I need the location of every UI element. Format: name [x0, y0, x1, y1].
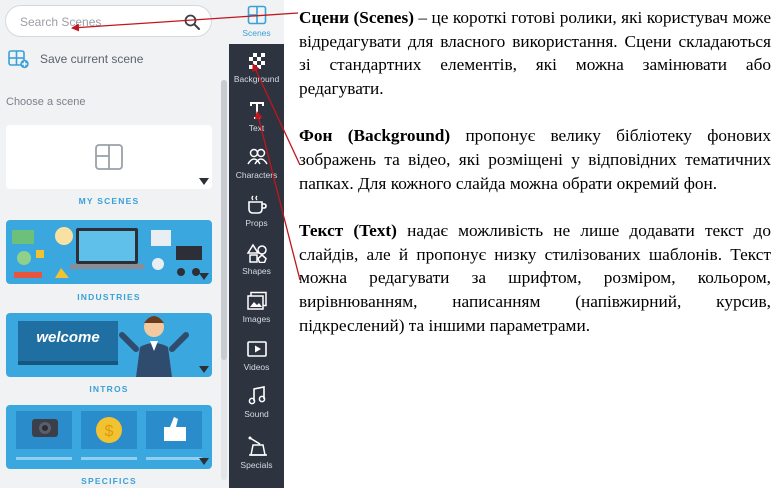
- scene-card-my-scenes[interactable]: [6, 125, 212, 189]
- tool-label: Props: [245, 218, 268, 228]
- description-text: Сцени (Scenes) – це короткі готові ролик…: [299, 6, 771, 337]
- images-icon: [246, 291, 267, 310]
- tool-label: Sound: [244, 409, 269, 419]
- tool-sound[interactable]: Sound: [229, 381, 284, 425]
- tool-props[interactable]: Props: [229, 190, 284, 234]
- save-current-scene-label: Save current scene: [40, 52, 144, 66]
- props-icon: [247, 195, 267, 214]
- magic-hat-icon: [248, 436, 267, 456]
- tool-shapes[interactable]: Shapes: [229, 238, 284, 282]
- save-current-scene-button[interactable]: Save current scene: [8, 48, 208, 70]
- background-term: Фон (Background): [299, 126, 451, 146]
- scene-card-specifics[interactable]: $: [6, 405, 212, 469]
- text-paragraph: Текст (Text) надає можливість не лише до…: [299, 219, 771, 337]
- chevron-down-icon[interactable]: [199, 273, 209, 280]
- tool-text[interactable]: Text: [229, 95, 284, 139]
- background-icon: [248, 53, 265, 69]
- search-box[interactable]: [5, 5, 212, 37]
- background-paragraph: Фон (Background) пропонує велику бібліот…: [299, 124, 771, 195]
- search-icon[interactable]: [183, 13, 201, 31]
- music-note-icon: [248, 386, 265, 405]
- tool-images[interactable]: Images: [229, 286, 284, 330]
- tool-label: Images: [242, 314, 271, 324]
- scenes-term: Сцени (Scenes): [299, 8, 414, 27]
- search-input[interactable]: [18, 12, 172, 32]
- specifics-thumbnail: $: [16, 411, 202, 460]
- industries-thumbnail: [12, 227, 202, 278]
- tool-label: Specials: [240, 460, 273, 470]
- scenes-paragraph: Сцени (Scenes) – це короткі готові ролик…: [299, 6, 771, 100]
- scenes-icon: [247, 5, 266, 25]
- scene-card-label: SPECIFICS: [81, 476, 137, 486]
- chevron-down-icon[interactable]: [199, 178, 209, 185]
- tools-sidebar: Scenes Background Text Characters Props …: [229, 0, 284, 488]
- scrollbar-thumb[interactable]: [221, 80, 227, 360]
- tool-characters[interactable]: Characters: [229, 142, 284, 186]
- tool-specials[interactable]: Specials: [229, 430, 284, 474]
- tool-label: Text: [248, 123, 265, 133]
- scenes-panel: Save current scene Choose a scene MY SCE…: [0, 0, 229, 488]
- tool-label: Scenes: [242, 28, 271, 38]
- save-scene-icon: [8, 50, 29, 69]
- scene-card-label: INTROS: [89, 384, 129, 394]
- tool-label: Videos: [243, 362, 270, 372]
- welcome-banner-text: welcome: [36, 329, 100, 346]
- chevron-down-icon[interactable]: [199, 458, 209, 465]
- tool-background[interactable]: Background: [229, 46, 284, 90]
- text-icon: [249, 102, 264, 119]
- tool-videos[interactable]: Videos: [229, 334, 284, 378]
- chevron-down-icon[interactable]: [199, 366, 209, 373]
- tool-scenes[interactable]: Scenes: [229, 0, 284, 44]
- shapes-icon: [246, 243, 267, 263]
- choose-scene-heading: Choose a scene: [6, 96, 86, 108]
- scrollbar[interactable]: [221, 80, 227, 480]
- characters-icon: [246, 148, 268, 165]
- scene-card-intros[interactable]: welcome: [6, 313, 212, 377]
- tool-label: Shapes: [242, 266, 271, 276]
- scene-card-label: MY SCENES: [78, 196, 140, 206]
- layout-icon: [95, 144, 123, 170]
- text-term: Текст (Text): [299, 221, 397, 241]
- tool-label: Background: [233, 74, 280, 84]
- scene-card-industries[interactable]: [6, 220, 212, 284]
- tool-label: Characters: [235, 170, 278, 180]
- scene-card-label: INDUSTRIES: [77, 292, 141, 302]
- videos-icon: [246, 341, 267, 357]
- svg-text:$: $: [105, 423, 114, 440]
